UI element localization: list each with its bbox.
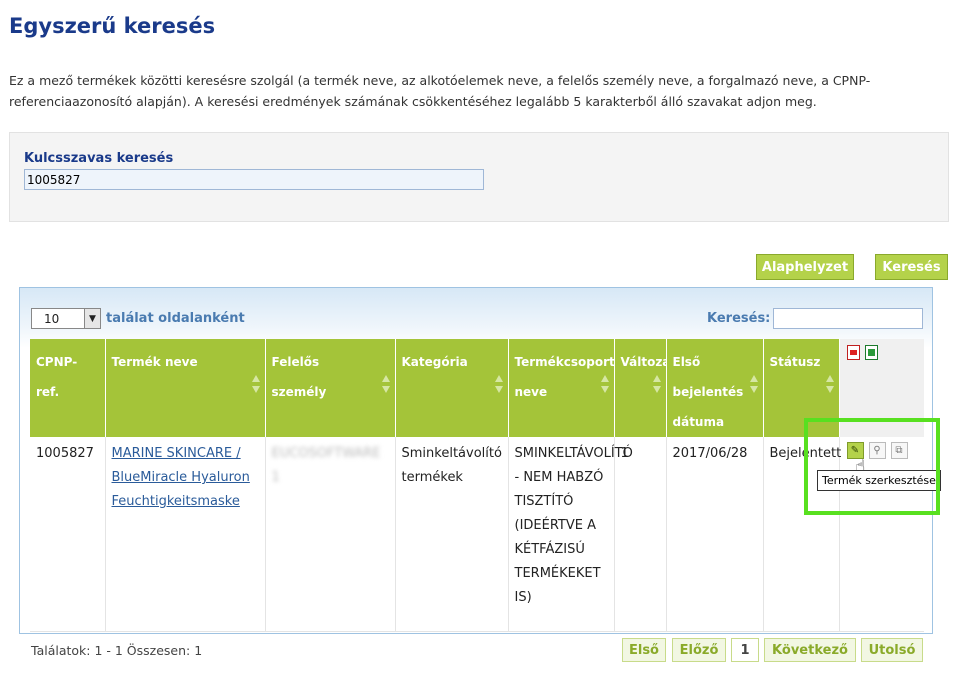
copy-icon[interactable]: ⧉ <box>890 442 908 459</box>
search-panel: Kulcsszavas keresés <box>9 132 949 222</box>
keyword-search-input[interactable] <box>24 169 484 190</box>
column-header-category[interactable]: Kategória <box>395 339 509 437</box>
table-filter-input[interactable] <box>773 308 923 329</box>
keyword-search-label: Kulcsszavas keresés <box>24 151 174 166</box>
sort-icon[interactable] <box>600 375 610 393</box>
pagination-next-button[interactable]: Következő <box>764 638 856 662</box>
results-table: CPNP-ref. Termék neve Felelős személy Ka… <box>30 339 924 632</box>
cell-category: Sminkeltávolító termékek <box>395 437 509 632</box>
results-info: Találatok: 1 - 1 Összesen: 1 <box>31 643 203 658</box>
edit-tooltip: Termék szerkesztése <box>817 470 941 491</box>
table-header-row: CPNP-ref. Termék neve Felelős személy Ka… <box>30 339 924 437</box>
sort-icon[interactable] <box>494 375 504 393</box>
reset-button[interactable]: Alaphelyzet <box>756 254 854 280</box>
column-header-responsible-person[interactable]: Felelős személy <box>265 339 396 437</box>
sort-icon[interactable] <box>652 375 662 393</box>
sort-icon[interactable] <box>381 375 391 393</box>
search-button[interactable]: Keresés <box>875 254 948 280</box>
cell-product-group: SMINKELTÁVOLÍTÓ - NEM HABZÓ TISZTÍTÓ (ID… <box>508 437 633 632</box>
results-panel: 10 ▼ találat oldalanként Keresés: CPNP-r… <box>19 287 933 634</box>
dropdown-arrow-icon[interactable]: ▼ <box>84 309 100 328</box>
responsible-person-blurred: EUCOSOFTWARE 1 <box>271 446 381 485</box>
cell-first-notification: 2017/06/28 <box>666 437 764 632</box>
cell-cpnp-ref: 1005827 <box>30 437 106 632</box>
intro-text: Ez a mező termékek közötti keresésre szo… <box>9 73 871 109</box>
column-header-variant[interactable]: Változat <box>614 339 676 437</box>
cell-status: Bejelentett <box>763 437 841 632</box>
page-length-select[interactable]: 10 ▼ <box>31 308 101 329</box>
row-action-icons: ✎ ⚲ ⧉ ☝ <box>846 442 919 475</box>
product-name-link[interactable]: MARINE SKINCARE / BlueMiracle Hyaluron F… <box>112 446 250 509</box>
pagination-first-button[interactable]: Első <box>622 638 666 662</box>
column-header-product-group[interactable]: Termékcsoport neve <box>508 339 615 437</box>
sort-icon[interactable] <box>251 375 261 393</box>
magnifier-icon[interactable]: ⚲ <box>868 442 886 459</box>
column-header-cpnp-ref[interactable]: CPNP-ref. <box>30 339 106 437</box>
cell-actions: ✎ ⚲ ⧉ ☝ <box>839 437 924 632</box>
sort-icon[interactable] <box>825 375 835 393</box>
table-row: 1005827 MARINE SKINCARE / BlueMiracle Hy… <box>30 437 924 632</box>
page-title: Egyszerű keresés <box>9 14 216 38</box>
cell-responsible-person: EUCOSOFTWARE 1 <box>265 437 396 632</box>
page-length-value: 10 <box>44 311 60 326</box>
cell-variant: 1 <box>614 437 667 632</box>
page-length-label: találat oldalanként <box>106 311 245 326</box>
pagination-last-button[interactable]: Utolsó <box>861 638 923 662</box>
pdf-export-icon[interactable] <box>846 345 860 360</box>
pagination-page-1[interactable]: 1 <box>731 638 759 662</box>
column-header-status[interactable]: Státusz <box>763 339 840 437</box>
export-cell <box>839 339 924 437</box>
column-header-product-name[interactable]: Termék neve <box>105 339 266 437</box>
cell-product-name: MARINE SKINCARE / BlueMiracle Hyaluron F… <box>105 437 266 632</box>
excel-export-icon[interactable] <box>864 345 878 360</box>
pagination-prev-button[interactable]: Előző <box>672 638 726 662</box>
page-length-control: 10 ▼ találat oldalanként <box>31 308 245 329</box>
column-header-first-notification[interactable]: Első bejelentés dátuma <box>666 339 764 437</box>
sort-icon[interactable] <box>749 375 759 393</box>
table-filter-label: Keresés: <box>707 311 771 326</box>
